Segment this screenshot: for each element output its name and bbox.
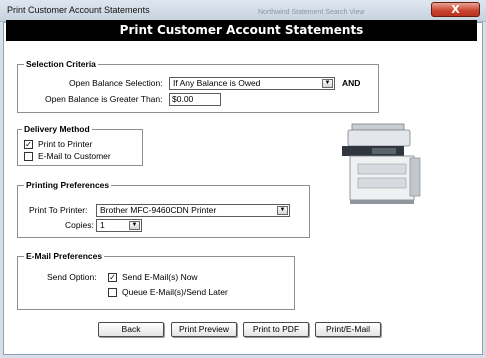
delivery-method-group: Delivery Method ✓ Print to Printer E-Mai… <box>17 124 143 166</box>
print-to-pdf-button[interactable]: Print to PDF <box>243 322 309 337</box>
open-balance-selection-dropdown[interactable]: If Any Balance is Owed ▼ <box>169 77 335 90</box>
window-titlebar: Print Customer Account Statements Northw… <box>0 0 486 22</box>
selection-criteria-legend: Selection Criteria <box>24 59 98 69</box>
copies-label: Copies: <box>65 220 94 230</box>
printer-value: Brother MFC-9460CDN Printer <box>100 205 217 215</box>
printer-icon <box>342 123 421 204</box>
close-button[interactable]: X <box>431 2 480 17</box>
chevron-down-icon[interactable]: ▼ <box>322 79 333 88</box>
email-to-customer-label: E-Mail to Customer <box>38 151 111 161</box>
send-option-label: Send Option: <box>47 272 97 282</box>
printing-preferences-legend: Printing Preferences <box>24 180 112 190</box>
email-preferences-group: E-Mail Preferences Send Option: ✓ Send E… <box>17 251 295 310</box>
copies-dropdown[interactable]: 1 ▼ <box>96 219 142 232</box>
send-emails-now-checkbox[interactable]: ✓ <box>108 273 117 282</box>
greater-than-amount-field[interactable]: $0.00 <box>169 93 221 106</box>
background-window-text: Northwind Statement Search View <box>258 9 365 16</box>
email-preferences-legend: E-Mail Preferences <box>24 251 105 261</box>
queue-emails-label: Queue E-Mail(s)/Send Later <box>122 287 228 297</box>
print-email-button[interactable]: Print/E-Mail <box>315 322 381 337</box>
email-to-customer-checkbox[interactable] <box>24 152 33 161</box>
greater-than-label: Open Balance is Greater Than: <box>45 94 163 104</box>
print-to-printer-checkbox[interactable]: ✓ <box>24 140 33 149</box>
back-button[interactable]: Back <box>98 322 164 337</box>
window-title: Print Customer Account Statements <box>7 5 150 15</box>
chevron-down-icon[interactable]: ▼ <box>277 206 288 215</box>
page-title: Print Customer Account Statements <box>6 20 477 41</box>
close-icon: X <box>451 3 460 16</box>
copies-value: 1 <box>100 220 105 230</box>
selection-criteria-group: Selection Criteria Open Balance Selectio… <box>17 59 379 113</box>
open-balance-selection-value: If Any Balance is Owed <box>173 78 261 88</box>
chevron-down-icon[interactable]: ▼ <box>129 221 140 230</box>
print-to-printer-field-label: Print To Printer: <box>29 205 88 215</box>
queue-emails-checkbox[interactable] <box>108 288 117 297</box>
and-label: AND <box>342 78 361 88</box>
printer-dropdown[interactable]: Brother MFC-9460CDN Printer ▼ <box>96 204 290 217</box>
delivery-method-legend: Delivery Method <box>22 124 92 134</box>
send-emails-now-label: Send E-Mail(s) Now <box>122 272 198 282</box>
print-preview-button[interactable]: Print Preview <box>171 322 237 337</box>
open-balance-selection-label: Open Balance Selection: <box>69 78 163 88</box>
printing-preferences-group: Printing Preferences Print To Printer: B… <box>17 180 310 238</box>
print-to-printer-label: Print to Printer <box>38 139 93 149</box>
